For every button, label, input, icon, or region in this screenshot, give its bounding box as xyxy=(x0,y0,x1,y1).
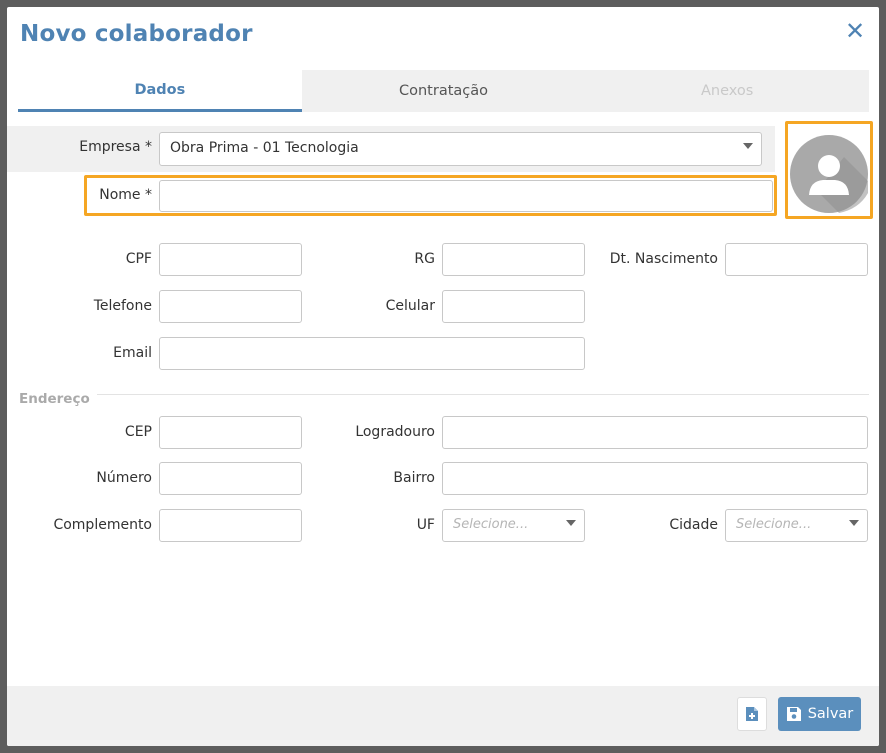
complemento-label: Complemento xyxy=(53,517,152,533)
uf-select[interactable]: Selecione... xyxy=(442,509,585,542)
tab-contratacao[interactable]: Contratação xyxy=(302,70,586,112)
file-add-icon xyxy=(746,707,758,721)
cidade-placeholder: Selecione... xyxy=(736,517,812,532)
uf-label: UF xyxy=(416,517,435,533)
tab-dados[interactable]: Dados xyxy=(18,70,302,112)
chevron-down-icon xyxy=(566,520,576,526)
empresa-value: Obra Prima - 01 Tecnologia xyxy=(170,140,359,156)
cep-field[interactable] xyxy=(159,416,302,449)
rg-label: RG xyxy=(414,251,435,267)
cpf-field[interactable] xyxy=(159,243,302,276)
tab-anexos: Anexos xyxy=(701,83,754,99)
logradouro-label: Logradouro xyxy=(355,424,435,440)
dialog-title: Novo colaborador xyxy=(20,21,253,47)
complemento-field[interactable] xyxy=(159,509,302,542)
cidade-label: Cidade xyxy=(669,517,718,533)
empresa-select[interactable]: Obra Prima - 01 Tecnologia xyxy=(159,132,762,166)
bairro-field[interactable] xyxy=(442,462,868,495)
add-file-button[interactable] xyxy=(737,697,767,731)
chevron-down-icon xyxy=(849,520,859,526)
rg-field[interactable] xyxy=(442,243,585,276)
logradouro-field[interactable] xyxy=(442,416,868,449)
tab-bar: Dados Contratação Anexos xyxy=(18,70,869,112)
close-icon[interactable]: ✕ xyxy=(845,19,865,43)
empresa-label: Empresa * xyxy=(79,139,152,155)
email-field[interactable] xyxy=(159,337,585,370)
email-label: Email xyxy=(113,345,152,361)
endereco-divider xyxy=(97,394,869,395)
new-employee-dialog: Novo colaborador ✕ Dados Contratação Ane… xyxy=(7,7,879,746)
user-avatar-icon xyxy=(790,135,868,213)
cidade-select[interactable]: Selecione... xyxy=(725,509,868,542)
save-button-label: Salvar xyxy=(807,706,854,722)
telefone-field[interactable] xyxy=(159,290,302,323)
endereco-section-label: Endereço xyxy=(19,391,90,407)
save-button[interactable]: Salvar xyxy=(778,697,861,731)
nome-field[interactable] xyxy=(159,180,773,212)
avatar[interactable] xyxy=(789,131,868,217)
dt-nascimento-field[interactable] xyxy=(725,243,868,276)
floppy-disk-icon xyxy=(786,707,801,721)
numero-label: Número xyxy=(96,470,152,486)
cep-label: CEP xyxy=(124,424,152,440)
celular-label: Celular xyxy=(385,298,435,314)
bairro-label: Bairro xyxy=(393,470,435,486)
cpf-label: CPF xyxy=(125,251,152,267)
celular-field[interactable] xyxy=(442,290,585,323)
nome-label: Nome * xyxy=(99,187,152,203)
dt-nascimento-label: Dt. Nascimento xyxy=(609,251,718,267)
telefone-label: Telefone xyxy=(93,298,152,314)
chevron-down-icon xyxy=(743,143,753,149)
numero-field[interactable] xyxy=(159,462,302,495)
uf-placeholder: Selecione... xyxy=(453,517,529,532)
